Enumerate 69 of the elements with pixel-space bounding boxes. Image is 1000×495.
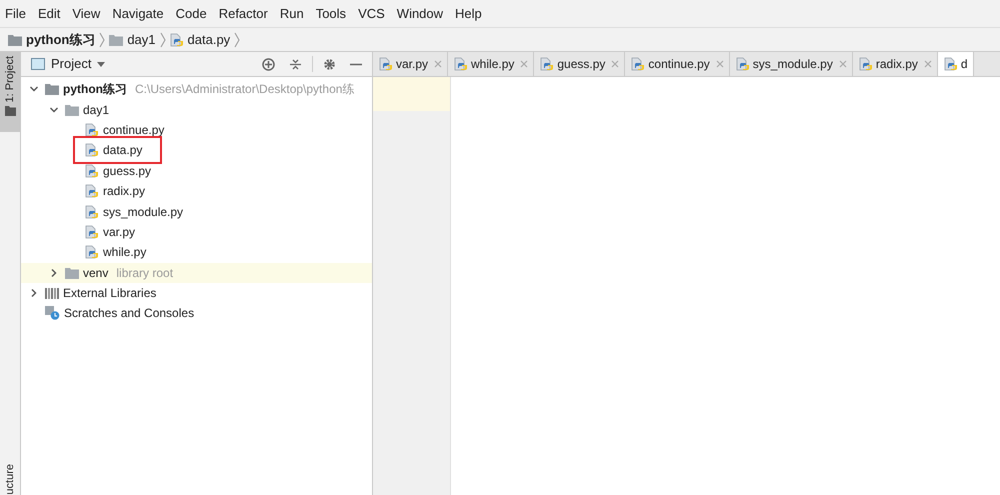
python-file-icon — [736, 57, 750, 71]
breadcrumb-item[interactable]: python练习 — [26, 30, 96, 50]
python-file-icon — [85, 204, 99, 219]
menu-item[interactable]: VCS — [358, 4, 385, 24]
python-file-icon — [85, 143, 99, 158]
tree-item[interactable]: python练习 — [63, 80, 127, 98]
menu-item[interactable]: View — [72, 4, 100, 24]
chevron-down-icon[interactable] — [49, 104, 59, 115]
tree-item[interactable]: venv — [83, 264, 108, 282]
collapse-icon[interactable] — [289, 58, 302, 70]
tree-item[interactable]: var.py — [103, 222, 136, 241]
tree-item[interactable]: continue.py — [103, 120, 164, 139]
panel-icon — [31, 58, 45, 70]
tree-item[interactable]: data.py — [103, 141, 142, 160]
path-label: C:\Users\Administrator\Desktop\python练 — [135, 81, 354, 98]
python-file-icon — [944, 57, 958, 71]
menu-item[interactable]: Edit — [38, 4, 60, 24]
menu-item[interactable]: File — [5, 4, 26, 24]
tree-item[interactable]: sys_module.py — [103, 202, 184, 221]
tree-item[interactable]: Scratches and Consoles — [64, 304, 194, 322]
tree-item[interactable]: radix.py — [103, 182, 146, 200]
dropdown-icon[interactable] — [97, 62, 106, 66]
python-file-icon — [858, 57, 873, 71]
editor-tab[interactable]: d — [938, 52, 974, 76]
breadcrumb-item[interactable]: day1 — [127, 30, 156, 50]
tree-row[interactable]: day1 — [21, 99, 372, 120]
python-file-icon — [85, 184, 99, 198]
separator-icon — [99, 32, 106, 48]
folder-icon — [65, 266, 79, 279]
panel-title[interactable]: Project — [51, 54, 92, 74]
python-file-icon — [85, 245, 99, 260]
python-file-icon — [170, 32, 184, 46]
menu-item[interactable]: Tools — [316, 4, 346, 24]
tree-row[interactable]: venv library root — [21, 262, 372, 283]
folder-icon — [65, 104, 79, 116]
python-file-icon — [85, 164, 99, 178]
settings-icon[interactable] — [323, 58, 336, 70]
python-file-icon — [379, 57, 393, 71]
tree-item[interactable]: while.py — [103, 243, 146, 262]
tree-row[interactable]: python练习 C:\Users\Administrator\Desktop\python练 — [21, 79, 372, 100]
target-icon[interactable] — [262, 58, 275, 70]
chevron-right-icon[interactable] — [49, 268, 59, 278]
separator-icon — [160, 32, 166, 48]
breadcrumb-item[interactable]: data.py — [188, 30, 230, 50]
library-icon — [45, 287, 59, 300]
separator-icon — [234, 32, 240, 48]
menu-item[interactable]: Code — [176, 4, 207, 24]
python-file-icon — [454, 57, 468, 71]
tree-item[interactable]: day1 — [83, 100, 110, 119]
folder-icon — [109, 34, 124, 46]
console-icon — [45, 306, 60, 320]
tree-item[interactable]: guess.py — [103, 162, 152, 180]
folder-icon — [45, 83, 59, 96]
path-label: library root — [116, 264, 174, 282]
tree-item[interactable]: External Libraries — [63, 284, 156, 302]
python-file-icon — [631, 57, 646, 71]
side-tab[interactable]: 1: Project — [0, 52, 20, 132]
menu-item[interactable]: Refactor — [218, 4, 268, 24]
folder-icon — [8, 34, 22, 46]
side-tab[interactable]: ucture — [2, 461, 18, 495]
python-file-icon — [85, 122, 99, 137]
menu-item[interactable]: Navigate — [112, 4, 164, 24]
menu-item[interactable]: Help — [455, 4, 482, 24]
menu-item[interactable]: Window — [396, 4, 444, 24]
chevron-right-icon[interactable] — [29, 288, 39, 298]
menu-item[interactable]: Run — [280, 4, 304, 24]
python-file-icon — [540, 57, 554, 71]
folder-icon — [4, 106, 16, 116]
python-file-icon — [85, 224, 99, 239]
